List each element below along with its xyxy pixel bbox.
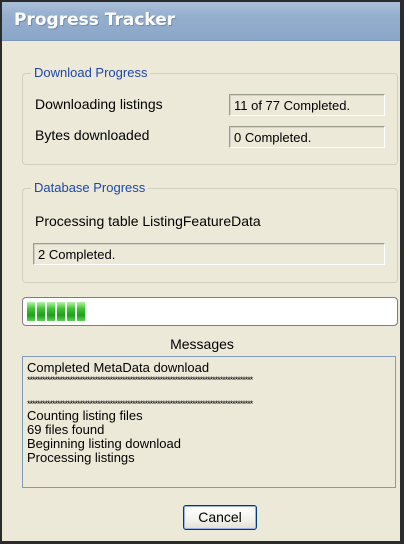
downloading-listings-label: Downloading listings (35, 96, 163, 112)
progress-segment (57, 302, 65, 321)
message-line: ****************************************… (27, 375, 253, 385)
progress-bar-fill (27, 302, 85, 321)
progress-segment (77, 302, 85, 321)
bytes-downloaded-value: 0 Completed. (229, 126, 385, 148)
downloading-listings-value: 11 of 77 Completed. (229, 94, 385, 116)
window-title: Progress Tracker (14, 10, 176, 30)
message-line: Processing listings (27, 451, 135, 465)
messages-label: Messages (170, 336, 234, 352)
message-line: Counting listing files (27, 409, 143, 423)
progress-segment (67, 302, 75, 321)
messages-log[interactable]: Completed MetaData download *************… (22, 356, 396, 488)
database-progress-group: Database Progress Processing table Listi… (22, 180, 398, 283)
message-line: Completed MetaData download (27, 361, 210, 375)
title-bar[interactable]: Progress Tracker (2, 2, 400, 41)
database-progress-legend: Database Progress (31, 180, 149, 195)
progress-segment (27, 302, 35, 321)
database-completed-value: 2 Completed. (33, 243, 385, 265)
processing-table-label: Processing table ListingFeatureData (35, 213, 261, 229)
download-progress-legend: Download Progress (31, 65, 151, 80)
message-line (27, 385, 391, 399)
bytes-downloaded-label: Bytes downloaded (35, 127, 150, 143)
progress-tracker-window: Progress Tracker Download Progress Downl… (0, 0, 404, 544)
message-line: ****************************************… (27, 399, 253, 409)
cancel-button[interactable]: Cancel (183, 505, 257, 530)
overall-progress-bar (22, 297, 398, 326)
message-line: Beginning listing download (27, 437, 181, 451)
progress-segment (37, 302, 45, 321)
message-line: 69 files found (27, 423, 105, 437)
progress-segment (47, 302, 55, 321)
download-progress-group: Download Progress Downloading listings 1… (22, 65, 398, 165)
